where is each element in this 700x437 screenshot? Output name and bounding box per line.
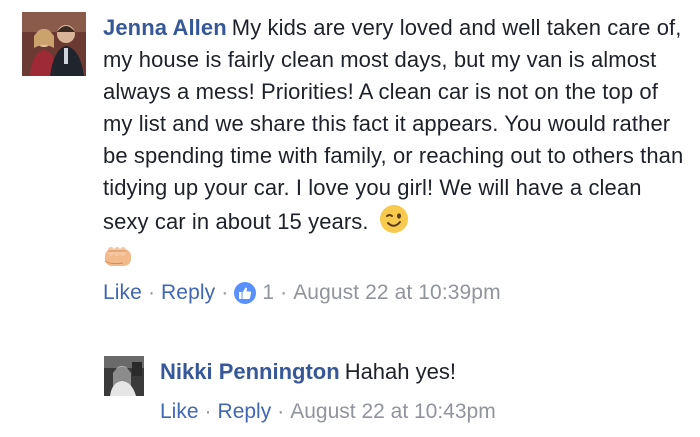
separator: ·	[280, 281, 288, 304]
reply-link[interactable]: Reply	[218, 396, 272, 428]
comment-actions: Like · Reply · August 22 at 10:43pm	[160, 396, 680, 428]
comment-text: Hahah yes!	[344, 359, 456, 384]
separator: ·	[147, 281, 156, 304]
comment-author[interactable]: Jenna Allen	[103, 15, 227, 40]
avatar-photo	[104, 356, 144, 396]
avatar-photo	[22, 12, 86, 76]
avatar[interactable]	[22, 12, 86, 76]
comment-body: Nikki Pennington Hahah yes! Like · Reply …	[160, 356, 680, 428]
separator: ·	[277, 400, 285, 423]
reaction-count[interactable]: 1	[262, 277, 274, 309]
comment-timestamp[interactable]: August 22 at 10:43pm	[290, 396, 495, 428]
emoji-row	[103, 243, 688, 277]
comment-body: Jenna Allen My kids are very loved and we…	[103, 12, 688, 309]
like-link[interactable]: Like	[103, 277, 142, 309]
like-link[interactable]: Like	[160, 396, 199, 428]
comment-actions: Like · Reply · 1 · August 22 at 10:39pm	[103, 277, 688, 309]
comment-author[interactable]: Nikki Pennington	[160, 359, 340, 384]
reply-link[interactable]: Reply	[161, 277, 215, 309]
separator: ·	[204, 400, 212, 423]
fist-bump-emoji-icon	[103, 243, 135, 278]
thumbs-up-icon[interactable]	[234, 282, 257, 304]
wink-emoji-icon	[379, 204, 409, 243]
comment-text: My kids are very loved and well taken ca…	[103, 15, 684, 234]
separator: ·	[221, 281, 229, 304]
avatar[interactable]	[104, 356, 144, 396]
comment-timestamp[interactable]: August 22 at 10:39pm	[293, 277, 500, 309]
